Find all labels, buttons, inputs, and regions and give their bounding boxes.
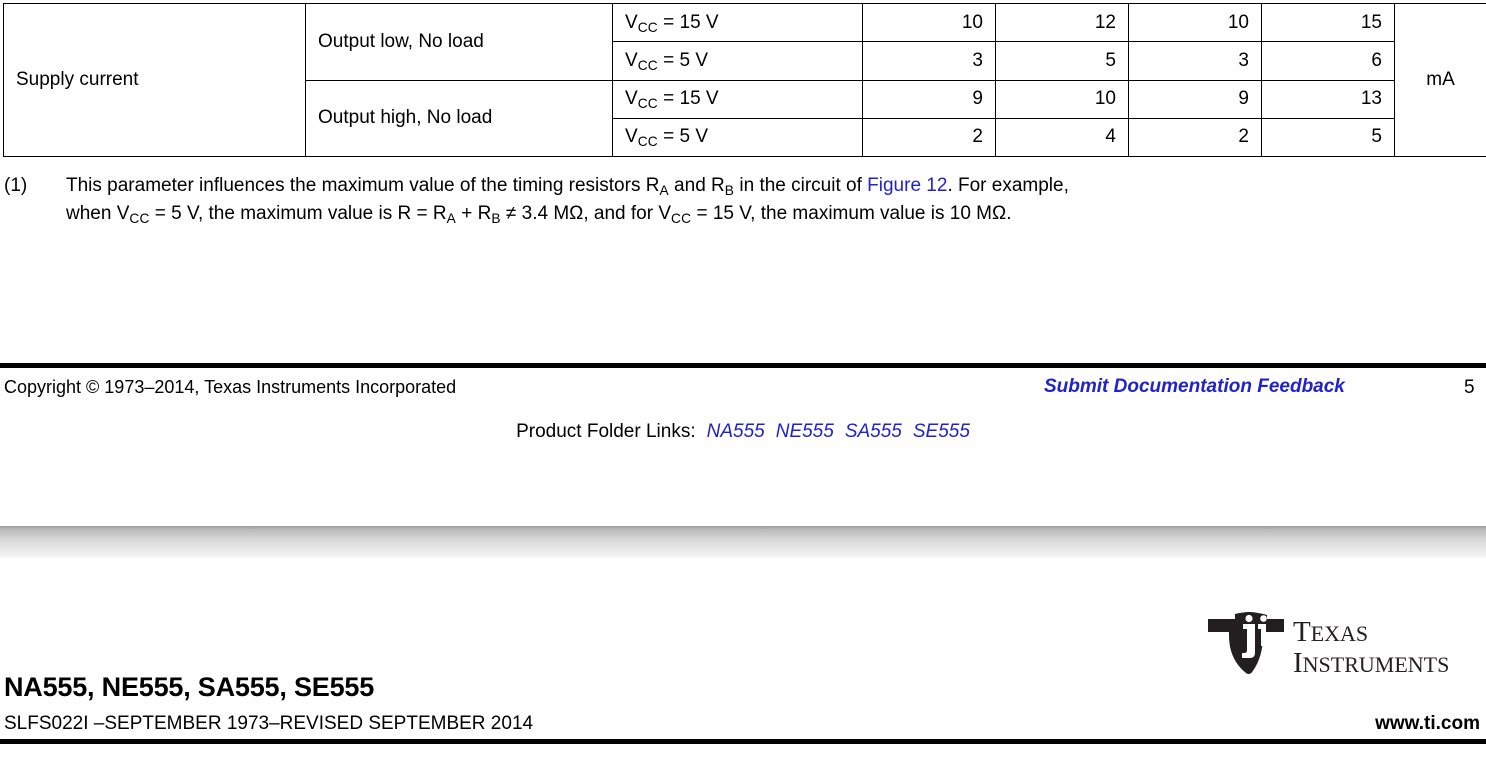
footnote-marker: (1) [4,175,28,196]
document-id-revision: SLFS022I –SEPTEMBER 1973–REVISED SEPTEMB… [4,713,534,734]
footnote-1: (1) This parameter influences the maximu… [4,172,1482,228]
vcc-suffix: = 5 V [657,126,709,148]
vcc-condition-cell: VCC = 15 V [612,79,863,119]
footnote-line1-part-b: and R [668,175,725,196]
copyright-text: Copyright © 1973–2014, Texas Instruments… [4,377,457,397]
footnote-sub-rb: B [724,182,735,198]
product-folder-links: Product Folder Links: NA555 NE555 SA555 SE55… [0,421,1486,443]
footnote-text: This parameter influences the maximum va… [66,172,1482,228]
value-cell-col2: 5 [995,41,1129,81]
part-number-title: NA555, NE555, SA555, SE555 [4,672,375,702]
vcc-subscript: CC [637,96,658,112]
value-cell-col1: 2 [862,117,996,158]
footer-divider-rule [0,363,1486,368]
footnote-sub-rb-2: B [491,210,501,226]
value-cell-col4: 13 [1261,79,1395,119]
unit-cell: mA [1394,3,1486,157]
table-row: Supply current Output low, No load VCC =… [3,2,1486,157]
footnote-sub-vcc-1: CC [129,210,150,226]
vcc-prefix: V [625,88,638,110]
value-cell-col2: 4 [995,117,1129,158]
footnote-line2-part-d: ≠ 3.4 MΩ, and for V [500,203,672,224]
footnote-line1-part-d: . For example, [947,175,1069,196]
value-cell-col3: 10 [1128,2,1262,43]
vcc-condition-cell: VCC = 5 V [612,117,863,158]
ti-logo-texas-text: TEXAS [1293,616,1368,648]
parameter-cell: Supply current [3,3,306,157]
vcc-suffix: = 15 V [657,88,719,110]
footnote-line1-part-c: in the circuit of [734,175,868,196]
vcc-subscript: CC [637,134,658,150]
footnote-line2-part-e: = 15 V, the maximum value is 10 MΩ. [691,203,1012,224]
page-break-separator [0,526,1486,559]
vcc-prefix: V [625,49,638,71]
footnote-sub-vcc-2: CC [671,210,692,226]
vcc-suffix: = 5 V [657,49,709,71]
header-divider-rule [0,739,1486,744]
product-link-na555[interactable]: NA555 [707,421,765,442]
footnote-sub-ra: A [659,182,669,198]
product-link-ne555[interactable]: NE555 [776,421,834,442]
vcc-prefix: V [625,126,638,148]
value-cell-col3: 3 [1128,41,1262,81]
value-cell-col1: 10 [862,2,996,43]
vcc-prefix: V [625,11,638,33]
texas-instruments-logo: TEXAS INSTRUMENTS [1205,612,1483,679]
product-link-sa555[interactable]: SA555 [845,421,902,442]
page-number: 5 [1464,377,1475,398]
condition-cell-output-low: Output low, No load [305,3,613,81]
vcc-condition-cell: VCC = 15 V [612,2,863,43]
supply-current-spec-table: Supply current Output low, No load VCC =… [3,2,1486,158]
vcc-condition-cell: VCC = 5 V [612,41,863,81]
footnote-line2-part-c: + R [455,203,492,224]
vcc-subscript: CC [637,19,658,35]
condition-cell-output-high: Output high, No load [305,79,613,157]
vcc-subscript: CC [637,57,658,73]
value-cell-col1: 9 [862,79,996,119]
vcc-suffix: = 15 V [657,11,719,33]
footnote-line2-part-a: when V [66,203,130,224]
figure-12-link[interactable]: Figure 12 [867,175,947,196]
ti-website-url[interactable]: www.ti.com [1375,713,1480,735]
footnote-line1-part-a: This parameter influences the maximum va… [66,175,660,196]
value-cell-col4: 15 [1261,2,1395,43]
value-cell-col3: 9 [1128,79,1262,119]
product-link-se555[interactable]: SE555 [913,421,970,442]
submit-documentation-feedback-link[interactable]: Submit Documentation Feedback [1044,376,1345,398]
value-cell-col2: 10 [995,79,1129,119]
product-folder-links-label: Product Folder Links: [516,421,696,442]
footnote-line2-part-b: = 5 V, the maximum value is R = R [149,203,447,224]
ti-logo-wordmark: TEXAS INSTRUMENTS [1293,616,1449,679]
footnote-sub-ra-2: A [446,210,456,226]
value-cell-col4: 6 [1261,41,1395,81]
value-cell-col2: 12 [995,2,1129,43]
value-cell-col3: 2 [1128,117,1262,158]
ti-logo-mark-icon [1208,612,1284,674]
ti-logo-svg: TEXAS INSTRUMENTS [1208,612,1449,679]
value-cell-col4: 5 [1261,117,1395,158]
value-cell-col1: 3 [862,41,996,81]
ti-logo-instruments-text: INSTRUMENTS [1293,647,1449,678]
